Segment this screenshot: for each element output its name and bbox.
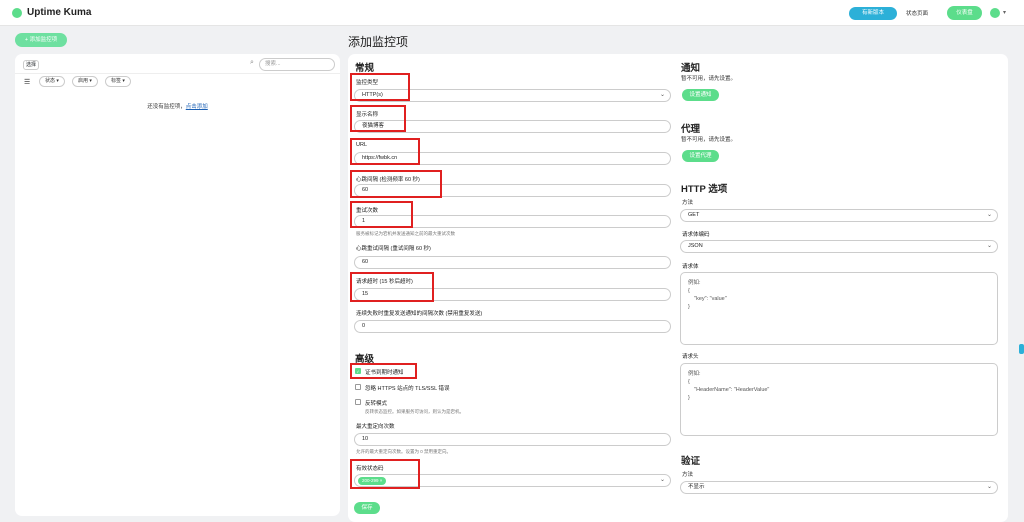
notifications-empty-text: 暂不可用，请先设置。 [681,76,737,82]
save-button[interactable]: 保存 [354,502,380,514]
highlight-box [350,201,413,228]
empty-monitor-message: 还没有监控项，点击添加 [15,102,340,110]
proxy-empty-text: 暂不可用，请先设置。 [681,137,737,143]
method-value: GET [688,212,700,218]
body-encoding-select[interactable]: JSON ⌄ [680,240,998,253]
highlight-box [350,105,406,132]
auth-method-label: 方法 [682,472,694,478]
auth-heading: 验证 [681,456,701,467]
top-navbar: Uptime Kuma 有新版本 状态页面 仪表盘 ▾ [0,0,1024,26]
body-textarea[interactable]: 例如: { "key": "value" } [680,272,998,345]
ignore-tls-checkbox[interactable] [355,384,361,390]
page-title: 添加监控项 [348,35,409,49]
search-icon: ⌕ [250,59,254,66]
proxy-heading: 代理 [681,124,701,135]
filter-tags-chip[interactable]: 标签 ▾ [105,76,131,87]
select-button[interactable]: 选择 [23,60,39,70]
search-input[interactable]: 搜索... [259,58,335,71]
app-name[interactable]: Uptime Kuma [27,7,91,18]
highlight-box [350,138,420,165]
method-label: 方法 [682,200,694,206]
filter-active-chip[interactable]: 启用 ▾ [72,76,98,87]
uptime-kuma-logo-icon[interactable] [12,8,22,18]
chevron-down-icon[interactable]: ▾ [1003,9,1006,16]
headers-textarea[interactable]: 例如: { "HeaderName": "HeaderValue" } [680,363,998,436]
resend-label: 连续失败时重复发送通知的间隔次数 (禁用重复发送) [356,311,483,317]
add-monitor-link[interactable]: 点击添加 [186,104,208,110]
chevron-down-icon: ⌄ [659,92,665,98]
chevron-down-icon: ⌄ [986,212,992,218]
filter-status-chip[interactable]: 状态 ▾ [39,76,65,87]
divider [15,73,340,74]
upside-down-hint: 反转状态监控。如果服务可访问，则认为是宕机。 [365,409,464,414]
setup-proxy-button[interactable]: 设置代理 [682,150,719,162]
chevron-down-icon: ⌄ [986,484,992,490]
highlight-box [350,73,410,101]
chevron-down-icon: ⌄ [659,477,665,483]
http-options-heading: HTTP 选项 [681,184,728,195]
status-page-link[interactable]: 状态页面 [906,9,928,17]
body-encoding-label: 请求体编码 [682,232,710,238]
retry-interval-input[interactable]: 60 [354,256,671,269]
setup-notification-button[interactable]: 设置通知 [682,89,719,101]
dashboard-button[interactable]: 仪表盘 [947,6,982,20]
add-monitor-button[interactable]: + 添加监控项 [15,33,67,47]
upside-down-label: 反转模式 [365,401,388,407]
ignore-tls-label: 忽略 HTTPS 站点的 TLS/SSL 错误 [365,386,450,392]
highlight-box [350,170,442,198]
max-redirects-input[interactable]: 10 [354,433,671,446]
notifications-heading: 通知 [681,63,701,74]
auth-method-value: 不显示 [688,484,705,490]
add-monitor-form: 常规 监控类型 HTTP(s) ⌄ 显示名称 夜猫博客 URL https://… [348,54,1008,522]
body-encoding-value: JSON [688,243,703,249]
highlight-box [350,363,417,379]
retries-hint: 服务被标记为宕机并发送通知之前的最大重试次数 [356,231,455,236]
new-version-button[interactable]: 有新版本 [849,7,897,20]
max-redirects-hint: 允许的最大重定向次数。设置为 0 禁用重定向。 [356,449,452,454]
method-select[interactable]: GET ⌄ [680,209,998,222]
body-label: 请求体 [682,264,699,270]
headers-label: 请求头 [682,354,699,360]
highlight-box [350,459,420,489]
resend-input[interactable]: 0 [354,320,671,333]
avatar[interactable] [990,8,1000,18]
highlight-box [350,272,434,302]
chevron-down-icon: ⌄ [986,243,992,249]
auth-method-select[interactable]: 不显示 ⌄ [680,481,998,494]
filter-list-icon[interactable]: ☰ [24,78,30,86]
max-redirects-label: 最大重定向次数 [356,424,395,430]
general-heading: 常规 [355,63,375,74]
empty-text: 还没有监控项， [147,104,186,110]
monitor-list-panel: 选择 ⌕ 搜索... ☰ 状态 ▾ 启用 ▾ 标签 ▾ 还没有监控项，点击添加 [15,54,340,516]
upside-down-checkbox[interactable] [355,399,361,405]
scrollbar-indicator[interactable] [1019,344,1024,354]
retry-interval-label: 心跳重试间隔 (重试间隔 60 秒) [356,246,431,252]
